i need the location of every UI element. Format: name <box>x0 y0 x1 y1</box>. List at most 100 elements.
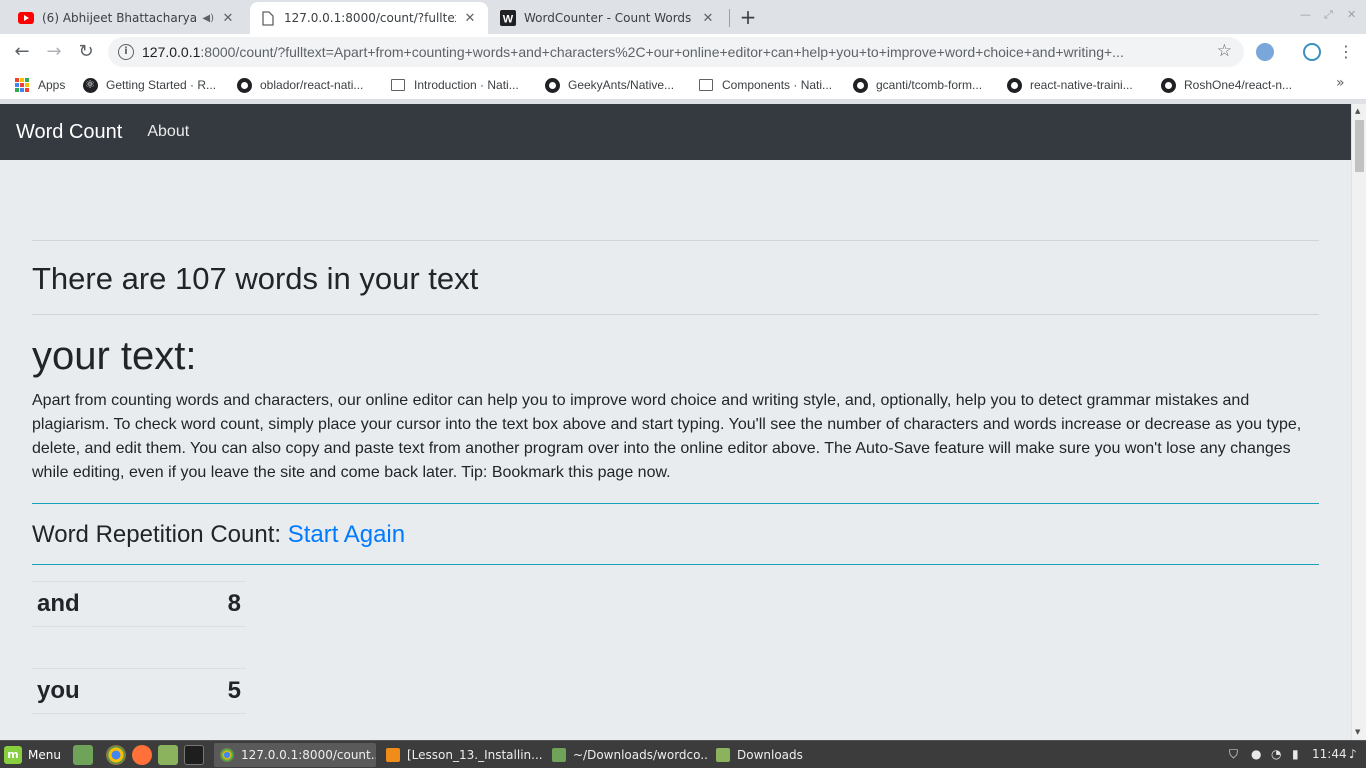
volume-icon[interactable]: ♪ <box>1349 747 1357 761</box>
url-text[interactable]: 127.0.0.1:8000/count/?fulltext=Apart+fro… <box>142 44 1202 60</box>
audio-playing-icon[interactable]: ◀) <box>202 13 214 24</box>
battery-icon[interactable]: ▮ <box>1292 747 1299 761</box>
chrome-menu-icon[interactable]: ⋮ <box>1338 42 1354 61</box>
tab-strip: (6) Abhijeet Bhattacharya T ◀) ✕ 127.0.0… <box>0 0 1366 34</box>
address-bar[interactable]: i 127.0.0.1:8000/count/?fulltext=Apart+f… <box>108 37 1244 67</box>
start-menu-label: Menu <box>28 748 61 762</box>
divider <box>32 314 1319 315</box>
tab-title: (6) Abhijeet Bhattacharya T <box>42 11 199 25</box>
taskbar-window-label: 127.0.0.1:8000/count... <box>241 748 376 762</box>
url-path: :8000/count/?fulltext=Apart+from+countin… <box>200 44 1124 60</box>
svg-text:W: W <box>503 14 514 26</box>
chrome-launcher-icon[interactable] <box>106 745 126 765</box>
close-tab-icon[interactable]: ✕ <box>700 10 716 26</box>
github-icon <box>236 77 252 93</box>
taskbar-window-label: Downloads <box>737 748 803 762</box>
maximize-window-button[interactable]: ⤢ <box>1324 8 1333 22</box>
bookmark-roshone4[interactable]: RoshOne4/react-n... <box>1160 76 1292 94</box>
show-desktop-icon[interactable] <box>73 745 93 765</box>
taskbar-window-label: ~/Downloads/wordco... <box>573 748 708 762</box>
repetition-list: and 8 you 5 <box>32 581 246 714</box>
taskbar-window-chrome[interactable]: 127.0.0.1:8000/count... <box>214 743 376 767</box>
back-button[interactable]: ← <box>10 40 34 64</box>
repetition-count: 8 <box>227 590 241 617</box>
shield-icon[interactable]: ⛉ <box>1229 747 1238 762</box>
files-launcher-icon[interactable] <box>158 745 178 765</box>
extension-icon[interactable] <box>1256 43 1274 61</box>
repetition-row: and 8 <box>32 581 246 627</box>
bookmark-label: react-native-traini... <box>1030 78 1133 92</box>
browser-toolbar: ← → ↻ i 127.0.0.1:8000/count/?fulltext=A… <box>0 34 1366 70</box>
os-taskbar: m Menu 127.0.0.1:8000/count... [Lesson_1… <box>0 740 1366 768</box>
tab-count-page[interactable]: 127.0.0.1:8000/count/?fulltext=A ✕ <box>250 2 488 34</box>
user-icon[interactable]: ● <box>1251 747 1261 761</box>
reload-button[interactable]: ↻ <box>74 40 98 64</box>
navbar-brand[interactable]: Word Count <box>16 121 122 144</box>
react-icon: ⚛ <box>82 77 98 93</box>
youtube-icon <box>18 10 34 26</box>
wordcounter-icon: W <box>500 10 516 26</box>
tab-wordcounter[interactable]: W WordCounter - Count Words & C ✕ <box>490 2 726 34</box>
bookmarks-bar: Apps ⚛ Getting Started · R... oblador/re… <box>0 70 1366 100</box>
bookmark-apps[interactable]: Apps <box>14 76 65 94</box>
taskbar-window-editor[interactable]: ~/Downloads/wordco... <box>546 743 708 767</box>
url-host: 127.0.0.1 <box>142 44 201 60</box>
github-icon <box>852 77 868 93</box>
scroll-up-icon[interactable]: ▲ <box>1355 107 1360 115</box>
divider <box>32 240 1319 241</box>
close-window-button[interactable]: ✕ <box>1347 8 1356 21</box>
taskbar-window-label: [Lesson_13._Installin... <box>407 748 542 762</box>
start-again-link[interactable]: Start Again <box>288 521 405 548</box>
book-icon <box>698 77 714 93</box>
close-tab-icon[interactable]: ✕ <box>220 10 236 26</box>
tab-title: WordCounter - Count Words & C <box>524 11 694 25</box>
chrome-icon <box>220 748 234 762</box>
close-tab-icon[interactable]: ✕ <box>462 10 478 26</box>
start-menu-button[interactable]: m Menu <box>4 744 61 766</box>
nav-link-about[interactable]: About <box>147 123 189 141</box>
bookmark-label: oblador/react-nati... <box>260 78 364 92</box>
bookmark-label: Components · Nati... <box>722 78 833 92</box>
bookmark-label: RoshOne4/react-n... <box>1184 78 1293 92</box>
repetition-word: and <box>37 590 80 617</box>
bookmark-label: Introduction · Nati... <box>414 78 519 92</box>
tab-youtube[interactable]: (6) Abhijeet Bhattacharya T ◀) ✕ <box>8 2 246 34</box>
page-scrollbar[interactable]: ▲ ▼ <box>1351 104 1366 740</box>
submitted-text: Apart from counting words and characters… <box>32 392 1302 481</box>
bookmark-introduction[interactable]: Introduction · Nati... <box>390 76 519 94</box>
bookmark-geekyants[interactable]: GeekyAnts/Native... <box>544 76 674 94</box>
page-icon <box>260 10 276 26</box>
firefox-launcher-icon[interactable] <box>132 745 152 765</box>
repetition-count: 5 <box>227 677 241 704</box>
bookmark-react-native-training[interactable]: react-native-traini... <box>1006 76 1133 94</box>
apps-grid-icon <box>14 77 30 93</box>
bookmark-label: Apps <box>38 78 66 92</box>
extension-icon[interactable] <box>1303 43 1321 61</box>
bookmark-star-icon[interactable]: ☆ <box>1217 41 1232 61</box>
bookmark-gcanti[interactable]: gcanti/tcomb-form... <box>852 76 982 94</box>
minimize-window-button[interactable]: — <box>1300 8 1311 21</box>
repetition-row: you 5 <box>32 668 246 714</box>
clock[interactable]: 11:44 <box>1312 747 1347 761</box>
divider <box>32 503 1319 504</box>
your-text-heading: your text: <box>32 334 197 378</box>
wifi-icon[interactable]: ◔ <box>1271 747 1281 761</box>
word-count-heading: There are 107 words in your text <box>32 261 479 296</box>
taskbar-window-downloads[interactable]: Downloads <box>710 743 872 767</box>
scroll-down-icon[interactable]: ▼ <box>1355 728 1360 736</box>
site-info-icon[interactable]: i <box>118 44 134 60</box>
book-icon <box>390 77 406 93</box>
forward-button[interactable]: → <box>42 40 66 64</box>
bookmark-oblador[interactable]: oblador/react-nati... <box>236 76 363 94</box>
more-bookmarks-icon[interactable]: » <box>1336 75 1345 91</box>
terminal-launcher-icon[interactable] <box>184 745 204 765</box>
text-editor-icon <box>552 748 566 762</box>
bookmark-getting-started[interactable]: ⚛ Getting Started · R... <box>82 76 216 94</box>
bookmark-components[interactable]: Components · Nati... <box>698 76 832 94</box>
scrollbar-thumb[interactable] <box>1355 120 1364 172</box>
divider <box>32 564 1319 565</box>
taskbar-window-video[interactable]: [Lesson_13._Installin... <box>380 743 542 767</box>
new-tab-button[interactable]: + <box>736 5 760 29</box>
github-icon <box>544 77 560 93</box>
